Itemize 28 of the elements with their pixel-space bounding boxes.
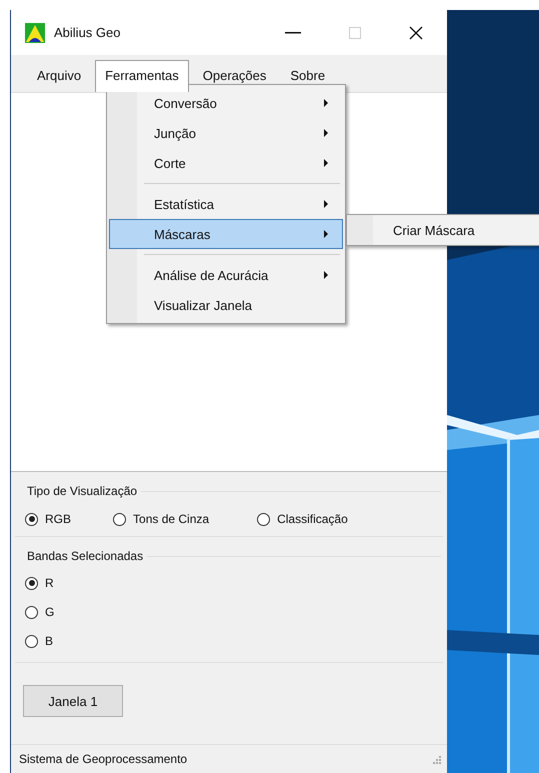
minimize-icon[interactable]: [285, 32, 301, 34]
radio-button[interactable]: B: [25, 634, 54, 648]
radio-button[interactable]: R: [25, 576, 54, 590]
radio-button[interactable]: RGB: [25, 512, 72, 526]
close-icon[interactable]: [409, 26, 423, 40]
submenu-arrow-icon: [324, 159, 328, 167]
resize-grip-icon[interactable]: [432, 754, 441, 764]
menu-item[interactable]: Arquivo: [27, 60, 92, 92]
menu-item[interactable]: Máscaras: [109, 219, 343, 249]
radio-button[interactable]: Classificação: [257, 512, 348, 526]
menu-item[interactable]: Junção: [109, 118, 343, 148]
menu-item[interactable]: Corte: [109, 148, 343, 178]
radio-button[interactable]: Tons de Cinza: [113, 512, 210, 526]
app-icon: [25, 22, 45, 42]
window-button[interactable]: Janela 1: [23, 685, 123, 717]
submenu-arrow-icon: [324, 230, 328, 238]
submenu-arrow-icon: [324, 99, 328, 107]
radio-button[interactable]: G: [25, 605, 54, 619]
submenu-arrow-icon: [324, 271, 328, 279]
group-title: Tipo de Visualização: [27, 484, 138, 498]
submenu-arrow-icon: [324, 129, 328, 137]
group-title: Bandas Selecionadas: [27, 549, 144, 563]
menu-item[interactable]: Ferramentas: [95, 60, 189, 92]
menu-item[interactable]: Criar Máscara: [347, 218, 485, 242]
menu-item[interactable]: Visualizar Janela: [109, 290, 343, 320]
status-text: Sistema de Geoprocessamento: [19, 752, 188, 766]
submenu-arrow-icon: [324, 200, 328, 208]
window-title: Abilius Geo: [54, 25, 120, 40]
